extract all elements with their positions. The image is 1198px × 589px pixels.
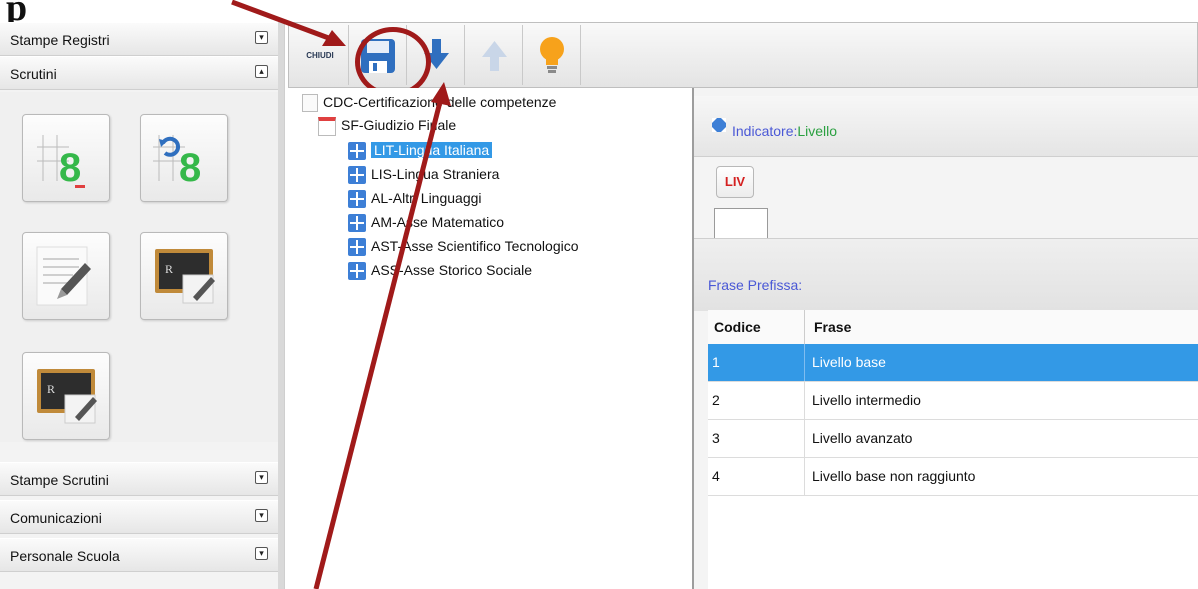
move-up-button[interactable]: [465, 25, 523, 85]
table-row[interactable]: 2 Livello intermedio: [708, 382, 1198, 420]
indicator-icon: [712, 118, 726, 132]
arrow-up-icon: [482, 41, 507, 71]
cell-codice: 2: [712, 392, 720, 408]
scrutini-tiles-panel: 8 8 R R: [0, 92, 278, 442]
scrutini-blackboard-tile[interactable]: R: [140, 232, 228, 320]
prefissa-label: Frase Prefissa:: [708, 277, 803, 293]
calendar-icon: [318, 116, 336, 136]
scrutini-blackboard-tile-2[interactable]: R: [22, 352, 110, 440]
indicator-bar: Indicatore:Livello: [694, 96, 1198, 157]
svg-text:R: R: [165, 262, 173, 276]
column-header-frase[interactable]: Frase: [814, 319, 851, 335]
tree-item[interactable]: ASS-Asse Storico Sociale: [348, 260, 533, 281]
document-icon: [302, 94, 318, 113]
column-header-codice[interactable]: Codice: [714, 319, 761, 335]
tree-item[interactable]: AM-Asse Matematico: [348, 212, 505, 233]
sidebar-header-stampe-registri[interactable]: Stampe Registri ▾: [0, 22, 278, 56]
cell-frase: Livello base: [812, 354, 886, 370]
tile-digit: 8: [59, 146, 81, 190]
cell-frase: Livello base non raggiunto: [812, 468, 976, 484]
lightbulb-icon: [540, 37, 564, 73]
cell-frase: Livello intermedio: [812, 392, 921, 408]
cell-codice: 4: [712, 468, 720, 484]
blackboard-pencil-icon: R: [37, 369, 97, 424]
close-button-label: CHIUDI: [306, 51, 334, 60]
sidebar-header-label: Personale Scuola: [10, 548, 120, 564]
sidebar-header-label: Stampe Registri: [10, 32, 110, 48]
liv-input[interactable]: [714, 208, 768, 240]
grid-header: Codice Frase: [708, 310, 1198, 345]
tree-item-label: AM-Asse Matematico: [371, 214, 505, 230]
grid-icon: [348, 142, 366, 161]
tree-root-label: CDC-Certificazione delle competenze: [323, 94, 557, 110]
table-row[interactable]: 3 Livello avanzato: [708, 420, 1198, 458]
scrutini-refresh-tile[interactable]: 8: [140, 114, 228, 202]
detail-panel: Indicatore:Livello LIV Frase Prefissa: C…: [694, 88, 1198, 589]
sidebar-scrollbar[interactable]: [278, 22, 284, 589]
top-strip: p: [0, 0, 1198, 29]
cell-frase: Livello avanzato: [812, 430, 913, 446]
annotation-circle: [355, 27, 431, 97]
table-row[interactable]: 1 Livello base: [708, 344, 1198, 382]
sidebar-header-personale-scuola[interactable]: Personale Scuola ▾: [0, 538, 278, 572]
grid-icon: [348, 190, 366, 209]
tree-item-label: AST-Asse Scientifico Tecnologico: [371, 238, 579, 254]
grid-icon: [348, 262, 366, 281]
tree-item[interactable]: LIT-Lingua Italiana: [348, 140, 493, 161]
tree-item-label: AL-Altri Linguaggi: [371, 190, 482, 206]
tree-group-label: SF-Giudizio Finale: [341, 117, 457, 133]
sidebar-header-stampe-scrutini[interactable]: Stampe Scrutini ▾: [0, 462, 278, 496]
sidebar: Stampe Registri ▾ Scrutini ▴ 8 8 R R Sta…: [0, 22, 285, 589]
tree-item[interactable]: AL-Altri Linguaggi: [348, 188, 482, 209]
tree-item-label: LIS-Lingua Straniera: [371, 166, 500, 182]
grid-icon: [348, 166, 366, 185]
sidebar-header-comunicazioni[interactable]: Comunicazioni ▾: [0, 500, 278, 534]
tree-item[interactable]: LIS-Lingua Straniera: [348, 164, 500, 185]
table-row[interactable]: 4 Livello base non raggiunto: [708, 458, 1198, 496]
document-pencil-icon: [36, 246, 91, 306]
tile-digit: 8: [179, 146, 201, 190]
scrutini-note-tile[interactable]: [22, 232, 110, 320]
sidebar-header-label: Stampe Scrutini: [10, 472, 109, 488]
collapse-icon[interactable]: ▴: [255, 65, 268, 78]
indicator-value: Livello: [797, 123, 838, 139]
cell-codice: 1: [712, 354, 720, 370]
indicator-label-text: Indicatore:: [732, 123, 798, 139]
frasi-grid: Codice Frase 1 Livello base 2 Livello in…: [708, 310, 1198, 589]
scrutini-voti-tile[interactable]: 8: [22, 114, 110, 202]
tree-root[interactable]: CDC-Certificazione delle competenze: [302, 92, 557, 113]
tree-item[interactable]: AST-Asse Scientifico Tecnologico: [348, 236, 579, 257]
close-button[interactable]: CHIUDI: [291, 25, 349, 85]
refresh-eight-icon: 8: [153, 135, 201, 190]
svg-text:R: R: [47, 382, 55, 396]
expand-icon[interactable]: ▾: [255, 509, 268, 522]
expand-icon[interactable]: ▾: [255, 547, 268, 560]
cell-codice: 3: [712, 430, 720, 446]
expand-icon[interactable]: ▾: [255, 471, 268, 484]
suggestion-button[interactable]: [523, 25, 581, 85]
prefissa-bar: Frase Prefissa:: [694, 238, 1198, 311]
sidebar-header-label: Comunicazioni: [10, 510, 102, 526]
sidebar-header-label: Scrutini: [10, 66, 57, 82]
tree-item-label: ASS-Asse Storico Sociale: [371, 262, 533, 278]
grid-eight-icon: 8: [37, 135, 85, 190]
tree-panel: CDC-Certificazione delle competenze SF-G…: [288, 88, 694, 589]
tree-item-label: LIT-Lingua Italiana: [371, 142, 493, 158]
grid-icon: [348, 238, 366, 257]
liv-button[interactable]: LIV: [716, 166, 754, 198]
sidebar-header-scrutini[interactable]: Scrutini ▴: [0, 56, 278, 90]
expand-icon[interactable]: ▾: [255, 31, 268, 44]
indicator-label: Indicatore:Livello: [732, 123, 837, 139]
grid-icon: [348, 214, 366, 233]
tree-group[interactable]: SF-Giudizio Finale: [318, 115, 457, 136]
blackboard-pencil-icon: R: [155, 249, 215, 304]
